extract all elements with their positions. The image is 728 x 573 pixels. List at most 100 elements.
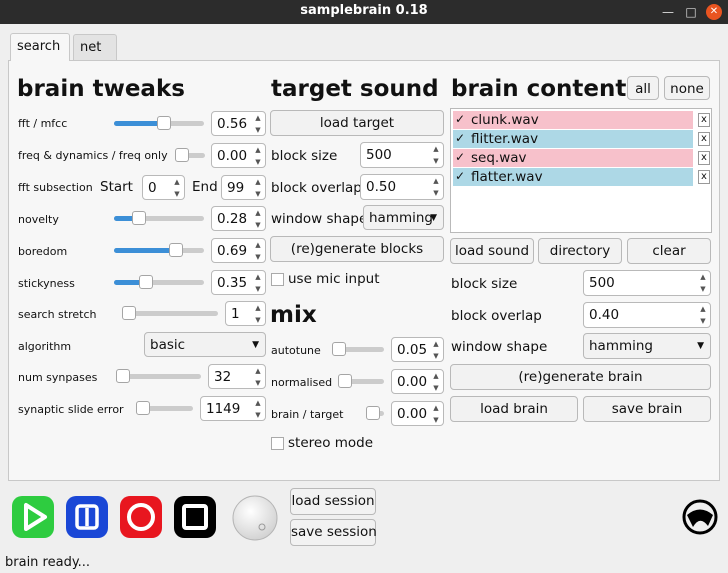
list-item[interactable]: ✓ flitter.wav x	[453, 130, 710, 148]
remove-icon[interactable]: x	[698, 170, 710, 184]
spinner-icon[interactable]: ▲ ▼	[251, 397, 265, 420]
select-none-button[interactable]: none	[664, 76, 710, 100]
brain-window-shape-select[interactable]: hamming ▼	[583, 333, 711, 359]
checkbox-checked-icon[interactable]: ✓	[454, 170, 466, 183]
autotune-input[interactable]: 0.05 ▲ ▼	[391, 337, 444, 362]
brain-target-input[interactable]: 0.00 ▲ ▼	[391, 401, 444, 426]
boredom-label: boredom	[18, 245, 68, 258]
regenerate-blocks-button[interactable]: (re)generate blocks	[270, 236, 444, 262]
list-item[interactable]: ✓ clunk.wav x	[453, 111, 710, 129]
spinner-icon[interactable]: ▲ ▼	[251, 271, 265, 294]
target-block-overlap-input[interactable]: 0.50 ▲ ▼	[360, 174, 444, 200]
algorithm-select[interactable]: basic ▼	[144, 332, 266, 357]
close-icon[interactable]: ✕	[706, 4, 722, 20]
normalised-slider[interactable]	[338, 374, 384, 388]
num-synapses-input[interactable]: 32 ▲ ▼	[208, 364, 266, 389]
start-input[interactable]: 0 ▲ ▼	[142, 175, 185, 200]
load-target-button[interactable]: load target	[270, 110, 444, 136]
directory-button[interactable]: directory	[538, 238, 622, 264]
fft-mfcc-slider[interactable]	[114, 116, 204, 130]
novelty-slider[interactable]	[114, 211, 204, 225]
aphex-logo-icon	[682, 499, 718, 535]
load-brain-button[interactable]: load brain	[450, 396, 578, 422]
regenerate-brain-button[interactable]: (re)generate brain	[450, 364, 711, 390]
use-mic-checkbox[interactable]	[271, 273, 284, 286]
volume-knob[interactable]	[231, 494, 279, 542]
spinner-icon[interactable]: ▲ ▼	[251, 239, 265, 262]
target-window-shape-select[interactable]: hamming ▼	[363, 205, 444, 230]
file-name: seq.wav	[471, 150, 527, 166]
synaptic-slide-input[interactable]: 1149 ▲ ▼	[200, 396, 266, 421]
brain-block-overlap-input[interactable]: 0.40 ▲ ▼	[583, 302, 711, 328]
pause-icon	[75, 504, 99, 530]
record-button[interactable]	[120, 496, 162, 538]
spinner-icon[interactable]: ▲ ▼	[251, 144, 265, 167]
search-stretch-slider[interactable]	[122, 306, 218, 320]
spinner-icon[interactable]: ▲ ▼	[429, 175, 443, 199]
spinner-icon[interactable]: ▲ ▼	[696, 271, 710, 295]
save-session-button[interactable]: save session	[290, 519, 377, 546]
play-icon	[24, 503, 47, 531]
maximize-icon[interactable]: □	[683, 4, 699, 20]
freq-dynamics-label: freq & dynamics / freq only	[18, 149, 168, 162]
brain-target-slider[interactable]	[366, 406, 384, 420]
list-item[interactable]: ✓ flatter.wav x	[453, 168, 710, 186]
remove-icon[interactable]: x	[698, 113, 710, 127]
start-label: Start	[100, 179, 133, 195]
brain-block-size-input[interactable]: 500 ▲ ▼	[583, 270, 711, 296]
end-input[interactable]: 99 ▲ ▼	[221, 175, 266, 200]
spinner-icon[interactable]: ▲ ▼	[251, 207, 265, 230]
freq-dynamics-slider[interactable]	[175, 148, 205, 162]
pause-button[interactable]	[66, 496, 108, 538]
tab-search[interactable]: search	[10, 33, 70, 61]
stereo-mode-checkbox[interactable]	[271, 437, 284, 450]
play-button[interactable]	[12, 496, 54, 538]
chevron-down-icon: ▼	[430, 213, 437, 223]
spinner-icon[interactable]: ▲ ▼	[170, 176, 184, 199]
synaptic-slide-slider[interactable]	[136, 401, 193, 415]
spinner-icon[interactable]: ▲ ▼	[251, 176, 265, 199]
minimize-icon[interactable]: —	[660, 4, 676, 20]
stickyness-input[interactable]: 0.35 ▲ ▼	[211, 270, 266, 295]
file-name: clunk.wav	[471, 112, 539, 128]
clear-button[interactable]: clear	[627, 238, 711, 264]
spinner-icon[interactable]: ▲ ▼	[429, 338, 443, 361]
stickyness-slider[interactable]	[114, 275, 204, 289]
load-sound-button[interactable]: load sound	[450, 238, 534, 264]
status-text: brain ready...	[5, 555, 91, 570]
fft-mfcc-input[interactable]: 0.56 ▲ ▼	[211, 111, 266, 136]
stereo-mode-label: stereo mode	[288, 435, 374, 451]
load-session-button[interactable]: load session	[290, 488, 376, 515]
normalised-input[interactable]: 0.00 ▲ ▼	[391, 369, 444, 394]
autotune-slider[interactable]	[332, 342, 384, 356]
stop-button[interactable]	[174, 496, 216, 538]
spinner-icon[interactable]: ▲ ▼	[429, 402, 443, 425]
tab-net[interactable]: net	[73, 34, 117, 61]
list-item[interactable]: ✓ seq.wav x	[453, 149, 710, 167]
boredom-slider[interactable]	[114, 243, 204, 257]
checkbox-checked-icon[interactable]: ✓	[454, 151, 466, 164]
spinner-icon[interactable]: ▲ ▼	[429, 143, 443, 167]
remove-icon[interactable]: x	[698, 151, 710, 165]
checkbox-checked-icon[interactable]: ✓	[454, 113, 466, 126]
remove-icon[interactable]: x	[698, 132, 710, 146]
spinner-icon[interactable]: ▲ ▼	[429, 370, 443, 393]
target-window-shape-label: window shape	[271, 211, 368, 227]
novelty-input[interactable]: 0.28 ▲ ▼	[211, 206, 266, 231]
spinner-icon[interactable]: ▲ ▼	[251, 365, 265, 388]
boredom-input[interactable]: 0.69 ▲ ▼	[211, 238, 266, 263]
freq-dynamics-input[interactable]: 0.00 ▲ ▼	[211, 143, 266, 168]
target-block-overlap-label: block overlap	[271, 180, 362, 196]
target-sound-title: target sound	[271, 76, 439, 102]
save-brain-button[interactable]: save brain	[583, 396, 711, 422]
spinner-icon[interactable]: ▲ ▼	[251, 302, 265, 325]
spinner-icon[interactable]: ▲ ▼	[251, 112, 265, 135]
num-synapses-slider[interactable]	[116, 369, 201, 383]
novelty-label: novelty	[18, 213, 59, 226]
search-stretch-input[interactable]: 1 ▲ ▼	[225, 301, 266, 326]
checkbox-checked-icon[interactable]: ✓	[454, 132, 466, 145]
target-block-size-label: block size	[271, 148, 338, 164]
target-block-size-input[interactable]: 500 ▲ ▼	[360, 142, 444, 168]
select-all-button[interactable]: all	[627, 76, 659, 100]
spinner-icon[interactable]: ▲ ▼	[696, 303, 710, 327]
